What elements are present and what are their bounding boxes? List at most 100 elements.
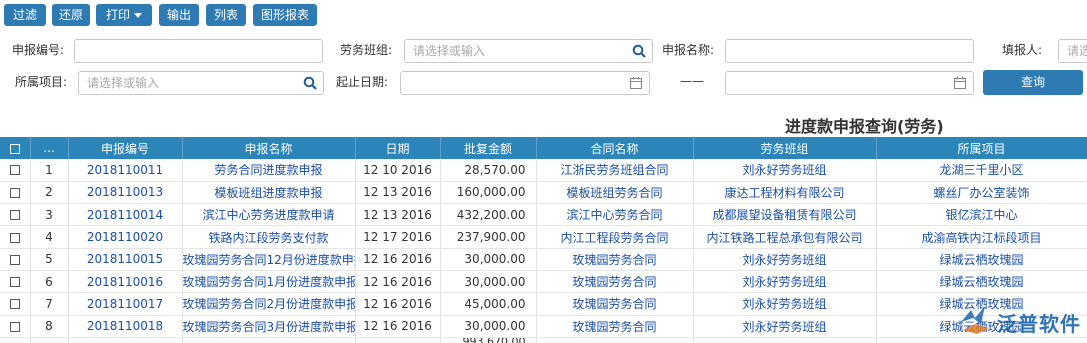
start-date-input[interactable] <box>400 71 650 95</box>
reset-button[interactable]: 还原 <box>52 4 90 26</box>
select-all-cell[interactable] <box>0 137 31 159</box>
report-name-cell[interactable]: 玫瑰园劳务合同2月份进度款申报 <box>182 292 356 316</box>
project-cell[interactable]: 螺丝厂办公室装饰 <box>876 181 1087 205</box>
project-cell[interactable]: 绿城云栖玫瑰园 <box>876 248 1087 271</box>
report-name-input[interactable] <box>725 39 974 63</box>
report-no-cell[interactable]: 2018110018 <box>68 315 183 338</box>
row-index-cell: 8 <box>30 315 69 338</box>
print-button[interactable]: 打印 <box>96 4 152 26</box>
table-row[interactable]: 4 2018110020 铁路内江段劳务支付款 12 17 2016 237,900.0… <box>0 225 1087 249</box>
column-header[interactable]: 劳务班组 <box>693 137 877 159</box>
report-name-cell[interactable]: 玫瑰园劳务合同12月份进度款申报 <box>182 248 356 271</box>
calendar-icon[interactable] <box>953 76 967 90</box>
table-row[interactable]: 7 2018110017 玫瑰园劳务合同2月份进度款申报 12 16 2016 45,0… <box>0 292 1087 316</box>
project-cell[interactable]: 银亿滨江中心 <box>876 203 1087 227</box>
report-name-cell[interactable]: 玫瑰园劳务合同1月份进度款申报 <box>182 270 356 294</box>
row-checkbox[interactable] <box>9 165 20 176</box>
search-icon[interactable] <box>303 76 317 90</box>
contract-name-cell[interactable]: 玫瑰园劳务合同 <box>536 292 694 316</box>
project-cell[interactable]: 成渝高铁内江标段项目 <box>876 225 1087 249</box>
report-no-cell[interactable]: 2018110013 <box>68 181 183 205</box>
team-cell[interactable]: 康达工程材料有限公司 <box>693 181 877 205</box>
project-cell[interactable]: 绿城云栖玫瑰园 <box>876 270 1087 294</box>
column-header[interactable]: 合同名称 <box>536 137 694 159</box>
project-cell[interactable]: 龙湖三千里小区 <box>876 159 1087 182</box>
team-cell[interactable]: 刘永好劳务班组 <box>693 159 877 182</box>
team-cell[interactable]: 刘永好劳务班组 <box>693 315 877 338</box>
report-no-cell[interactable]: 2018110011 <box>68 159 183 182</box>
report-name-cell[interactable]: 玫瑰园劳务合同3月份进度款申报 <box>182 315 356 338</box>
row-select-cell[interactable] <box>0 270 31 294</box>
report-name-cell[interactable]: 滨江中心劳务进度款申请 <box>182 203 356 227</box>
query-button[interactable]: 查询 <box>983 70 1083 95</box>
filter-button[interactable]: 过滤 <box>4 4 46 26</box>
contract-name-cell[interactable]: 内江工程段劳务合同 <box>536 225 694 249</box>
row-checkbox[interactable] <box>9 277 20 288</box>
team-input[interactable]: 请选择或输入 <box>404 39 653 63</box>
table-row[interactable]: 1 2018110011 劳务合同进度款申报 12 10 2016 28,570.00 江… <box>0 159 1087 182</box>
export-button[interactable]: 输出 <box>159 4 199 26</box>
report-name-cell[interactable]: 模板班组进度款申报 <box>182 181 356 205</box>
column-header[interactable]: 日期 <box>355 137 441 159</box>
amount-cell: 237,900.00 <box>440 225 537 249</box>
column-header[interactable]: ... <box>30 137 69 159</box>
row-checkbox[interactable] <box>9 232 20 243</box>
contract-name-cell[interactable]: 模板班组劳务合同 <box>536 181 694 205</box>
end-date-input[interactable] <box>725 71 974 95</box>
row-select-cell[interactable] <box>0 225 31 249</box>
row-select-cell[interactable] <box>0 315 31 338</box>
contract-name-cell[interactable]: 滨江中心劳务合同 <box>536 203 694 227</box>
date-cell: 12 13 2016 <box>355 181 441 205</box>
total-row-cell <box>693 337 877 343</box>
total-row: 993,670.00 <box>0 337 1087 343</box>
contract-name-cell[interactable]: 玫瑰园劳务合同 <box>536 315 694 338</box>
amount-cell: 30,000.00 <box>440 270 537 294</box>
report-no-cell[interactable]: 2018110020 <box>68 225 183 249</box>
filler-input[interactable]: 请选 <box>1058 39 1087 63</box>
report-name-cell[interactable]: 铁路内江段劳务支付款 <box>182 225 356 249</box>
team-cell[interactable]: 刘永好劳务班组 <box>693 248 877 271</box>
report-no-cell[interactable]: 2018110014 <box>68 203 183 227</box>
column-header[interactable]: 所属项目 <box>876 137 1087 159</box>
row-checkbox[interactable] <box>9 210 20 221</box>
select-all-checkbox[interactable] <box>9 143 20 154</box>
column-header[interactable]: 批复金额 <box>440 137 537 159</box>
contract-name-cell[interactable]: 玫瑰园劳务合同 <box>536 270 694 294</box>
table-row[interactable]: 6 2018110016 玫瑰园劳务合同1月份进度款申报 12 16 2016 30,0… <box>0 270 1087 294</box>
team-cell[interactable]: 成都展望设备租赁有限公司 <box>693 203 877 227</box>
date-label: 起止日期: <box>336 75 389 89</box>
contract-name-cell[interactable]: 江浙民劳务班组合同 <box>536 159 694 182</box>
report-no-cell[interactable]: 2018110016 <box>68 270 183 294</box>
row-checkbox[interactable] <box>9 254 20 265</box>
chart-report-button[interactable]: 图形报表 <box>253 4 317 26</box>
list-button[interactable]: 列表 <box>206 4 246 26</box>
row-checkbox[interactable] <box>9 321 20 332</box>
row-select-cell[interactable] <box>0 159 31 182</box>
row-checkbox[interactable] <box>9 187 20 198</box>
row-select-cell[interactable] <box>0 292 31 316</box>
team-cell[interactable]: 内江铁路工程总承包有限公司 <box>693 225 877 249</box>
watermark-logo: 泛普软件 <box>955 299 1083 341</box>
row-select-cell[interactable] <box>0 181 31 205</box>
column-header[interactable]: 申报名称 <box>182 137 356 159</box>
row-checkbox[interactable] <box>9 299 20 310</box>
project-input[interactable]: 请选择或输入 <box>78 71 324 95</box>
report-name-cell[interactable]: 劳务合同进度款申报 <box>182 159 356 182</box>
contract-name-cell[interactable]: 玫瑰园劳务合同 <box>536 248 694 271</box>
search-icon[interactable] <box>632 44 646 58</box>
team-cell[interactable]: 刘永好劳务班组 <box>693 270 877 294</box>
calendar-icon[interactable] <box>629 76 643 90</box>
table-row[interactable]: 2 2018110013 模板班组进度款申报 12 13 2016 160,000.00… <box>0 181 1087 205</box>
report-no-cell[interactable]: 2018110017 <box>68 292 183 316</box>
table-row[interactable]: 5 2018110015 玫瑰园劳务合同12月份进度款申报 12 16 2016 30,… <box>0 248 1087 271</box>
team-placeholder: 请选择或输入 <box>413 44 486 58</box>
project-label: 所属项目: <box>15 75 68 89</box>
report-no-cell[interactable]: 2018110015 <box>68 248 183 271</box>
report-no-input[interactable] <box>74 39 323 63</box>
team-cell[interactable]: 刘永好劳务班组 <box>693 292 877 316</box>
column-header[interactable]: 申报编号 <box>68 137 183 159</box>
table-row[interactable]: 3 2018110014 滨江中心劳务进度款申请 12 13 2016 432,200.… <box>0 203 1087 227</box>
table-row[interactable]: 8 2018110018 玫瑰园劳务合同3月份进度款申报 12 16 2016 30,0… <box>0 315 1087 338</box>
row-select-cell[interactable] <box>0 248 31 271</box>
row-select-cell[interactable] <box>0 203 31 227</box>
